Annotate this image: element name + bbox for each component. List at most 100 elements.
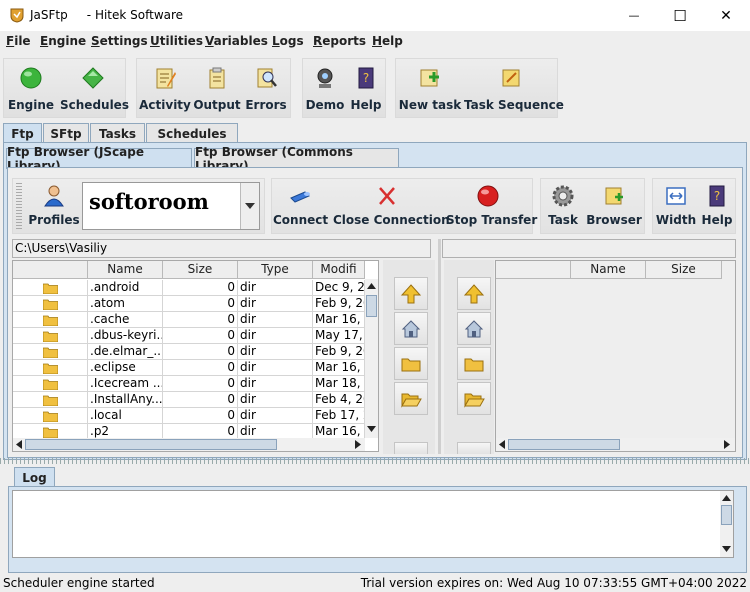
task-sequence-label: Task Sequence (464, 98, 564, 112)
menu-utilities[interactable]: Utilities (150, 34, 203, 48)
stop-transfer-button[interactable]: Stop Transfer (446, 180, 537, 232)
scroll-left-icon[interactable] (16, 440, 22, 449)
tab-ftp-browser-jscape[interactable]: Ftp Browser (JScape Library) (6, 145, 192, 173)
scroll-right-icon[interactable] (724, 440, 730, 449)
local-vscroll-thumb[interactable] (366, 295, 377, 317)
local-home-button[interactable] (394, 312, 428, 345)
remote-col-size[interactable]: Size (646, 261, 722, 279)
menu-engine[interactable]: Engine (40, 34, 86, 48)
minimize-icon: — (628, 9, 640, 22)
tab-schedules[interactable]: Schedules (146, 123, 238, 143)
table-row[interactable]: .Icecream ...0dirMar 18, 2 (13, 376, 365, 392)
tab-sftp[interactable]: SFtp (43, 123, 89, 143)
local-new-folder-button[interactable] (394, 347, 428, 380)
table-row[interactable]: .InstallAny...0dirFeb 4, 20 (13, 392, 365, 408)
minimize-button[interactable]: — (611, 0, 657, 31)
remote-col-name[interactable]: Name (571, 261, 646, 279)
cell-modified: May 17, 2 (313, 328, 365, 344)
connect-label: Connect (273, 213, 329, 227)
log-vertical-scrollbar[interactable] (720, 491, 733, 557)
scroll-left-icon[interactable] (499, 440, 505, 449)
cell-size: 0 (163, 360, 238, 376)
table-row[interactable]: .local0dirFeb 17, 2 (13, 408, 365, 424)
split-pane-divider[interactable] (0, 458, 750, 464)
remote-more-button[interactable] (457, 442, 491, 454)
remote-path-field[interactable] (442, 239, 736, 258)
menu-variables[interactable]: Variables (205, 34, 268, 48)
help-button[interactable]: ? Help (347, 59, 385, 119)
remote-home-button[interactable] (457, 312, 491, 345)
tab-ftp[interactable]: Ftp (3, 123, 42, 143)
scroll-up-icon[interactable] (367, 283, 376, 289)
local-hscroll-thumb[interactable] (25, 439, 277, 450)
maximize-button[interactable]: ☐ (657, 0, 703, 31)
remote-open-folder-button[interactable] (457, 382, 491, 415)
remote-up-button[interactable] (457, 277, 491, 310)
close-connection-button[interactable]: Close Connection (333, 180, 450, 232)
task-sequence-button[interactable]: Task Sequence (464, 59, 564, 119)
window-title: JaSFtp - Hitek Software (30, 8, 184, 22)
menu-reports[interactable]: Reports (313, 34, 366, 48)
errors-button[interactable]: Errors (242, 59, 290, 119)
profile-dropdown-button[interactable] (240, 183, 259, 229)
pane-divider[interactable] (438, 239, 441, 454)
width-button[interactable]: Width (654, 180, 698, 232)
scroll-up-icon[interactable] (722, 495, 731, 501)
remote-hscroll-thumb[interactable] (508, 439, 620, 450)
table-row[interactable]: .atom0dirFeb 9, 20 (13, 296, 365, 312)
tab-log[interactable]: Log (14, 467, 55, 487)
local-path-field[interactable]: C:\Users\Vasiliy (12, 239, 431, 258)
scroll-down-icon[interactable] (367, 426, 376, 432)
log-vscroll-thumb[interactable] (721, 505, 732, 525)
browser-help-button[interactable]: ? Help (700, 180, 734, 232)
tab-tasks[interactable]: Tasks (90, 123, 145, 143)
status-right: Trial version expires on: Wed Aug 10 07:… (360, 576, 747, 590)
table-row[interactable]: .dbus-keyri...0dirMay 17, 2 (13, 328, 365, 344)
new-task-button[interactable]: New task (398, 59, 462, 119)
menu-settings[interactable]: Settings (91, 34, 148, 48)
table-row[interactable]: .android0dirDec 9, 20 (13, 280, 365, 296)
table-row[interactable]: .cache0dirMar 16, 2 (13, 312, 365, 328)
remote-horizontal-scrollbar[interactable] (496, 438, 735, 451)
scroll-down-icon[interactable] (722, 546, 731, 552)
engine-button[interactable]: Engine (5, 59, 57, 119)
cell-modified: Feb 17, 2 (313, 408, 365, 424)
log-text-area[interactable] (12, 490, 734, 558)
local-horizontal-scrollbar[interactable] (13, 438, 365, 451)
local-open-folder-button[interactable] (394, 382, 428, 415)
menu-file[interactable]: File (6, 34, 31, 48)
schedules-icon (82, 67, 104, 89)
local-col-modified[interactable]: Modifi (313, 261, 365, 279)
remote-col-icon[interactable] (496, 261, 571, 279)
connect-button[interactable]: Connect (273, 180, 329, 232)
schedules-button[interactable]: Schedules (60, 59, 129, 119)
local-col-name[interactable]: Name (88, 261, 163, 279)
menu-logs[interactable]: Logs (272, 34, 304, 48)
table-row[interactable]: .eclipse0dirMar 16, 2 (13, 360, 365, 376)
output-button[interactable]: Output (192, 59, 242, 119)
profiles-button[interactable]: Profiles (26, 180, 82, 232)
activity-button[interactable]: Activity (139, 59, 191, 119)
status-bar: Scheduler engine started Trial version e… (0, 575, 750, 592)
local-up-button[interactable] (394, 277, 428, 310)
profile-select[interactable]: softoroom (82, 182, 260, 230)
menu-help[interactable]: Help (372, 34, 403, 48)
local-col-icon[interactable] (13, 261, 88, 279)
table-row[interactable]: .de.elmar_...0dirFeb 9, 20 (13, 344, 365, 360)
activity-label: Activity (139, 98, 191, 112)
browser-button[interactable]: Browser (586, 180, 642, 232)
demo-button[interactable]: Demo (305, 59, 345, 119)
cell-size: 0 (163, 344, 238, 360)
scroll-right-icon[interactable] (355, 440, 361, 449)
grip-handle[interactable] (16, 183, 22, 229)
local-vertical-scrollbar[interactable] (365, 279, 378, 438)
local-more-button[interactable] (394, 442, 428, 454)
tab-ftp-browser-commons[interactable]: Ftp Browser (Commons Library) (194, 145, 399, 173)
close-button[interactable]: ✕ (703, 0, 749, 31)
local-col-type[interactable]: Type (238, 261, 313, 279)
task-button[interactable]: Task (542, 180, 584, 232)
cell-modified: Dec 9, 20 (313, 280, 365, 296)
local-col-size[interactable]: Size (163, 261, 238, 279)
errors-icon (257, 68, 277, 88)
remote-new-folder-button[interactable] (457, 347, 491, 380)
